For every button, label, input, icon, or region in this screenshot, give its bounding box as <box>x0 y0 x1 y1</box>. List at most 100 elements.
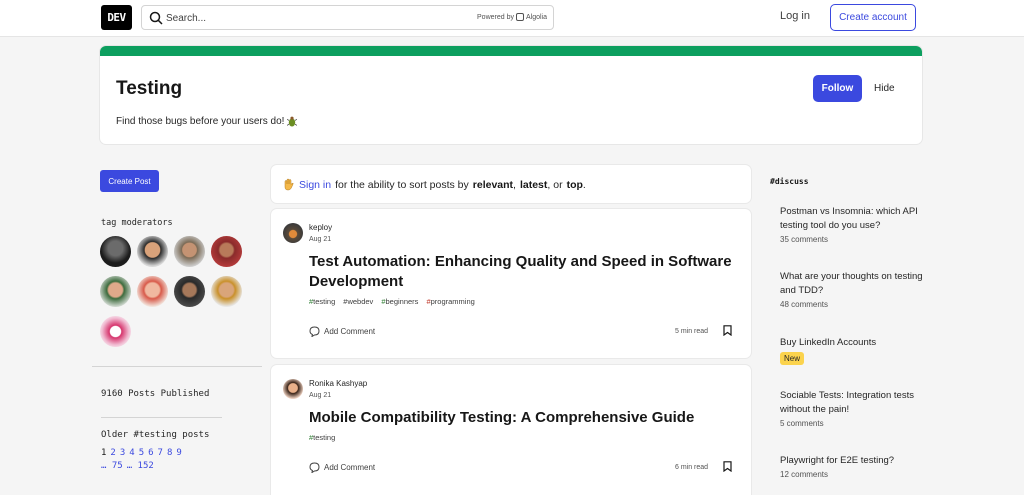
comment-icon <box>309 462 320 473</box>
posts-published-count: 9160 Posts Published <box>101 389 210 399</box>
discuss-item-comments: 35 comments <box>780 235 829 244</box>
post-tag[interactable]: #testing <box>309 297 335 306</box>
powered-by-algolia[interactable]: Powered by Algolia <box>477 13 547 21</box>
follow-button[interactable]: Follow <box>813 75 862 102</box>
sort-relevant: relevant <box>472 178 514 191</box>
tag-header-card: Testing Find those bugs before your user… <box>100 46 922 144</box>
bookmark-icon[interactable] <box>723 325 732 336</box>
powered-by-label: Powered by <box>477 13 514 21</box>
older-posts-pagination: 1 2 3 4 5 6 7 8 9 … 75 … 152 <box>101 447 231 473</box>
author-avatar[interactable] <box>283 223 303 243</box>
page-link[interactable]: 4 <box>129 448 134 458</box>
tag-color-bar <box>100 46 922 56</box>
search-icon <box>149 11 163 25</box>
bug-icon <box>287 116 298 127</box>
tag-description-text: Find those bugs before your users do! <box>116 116 285 127</box>
moderator-avatar[interactable] <box>174 276 205 307</box>
page-link[interactable]: 7 <box>158 448 163 458</box>
discuss-item[interactable]: What are your thoughts on testing and TD… <box>780 270 925 309</box>
tag-moderators-heading: tag moderators <box>101 218 173 228</box>
post-tags: #testing #webdev #beginners #programming <box>309 297 475 306</box>
discuss-item-comments: 5 comments <box>780 419 824 428</box>
post-title[interactable]: Test Automation: Enhancing Quality and S… <box>309 252 739 292</box>
algolia-icon <box>515 13 524 21</box>
post-card[interactable]: Ronika Kashyap Aug 21 Mobile Compatibili… <box>271 365 751 495</box>
discuss-item-title[interactable]: Sociable Tests: Integration tests withou… <box>780 389 925 417</box>
top-header: DEV Powered by Algolia Log in Create acc… <box>0 0 1024 37</box>
sort-end: . <box>582 178 586 191</box>
moderator-avatar[interactable] <box>174 236 205 267</box>
page-link[interactable]: 6 <box>148 448 153 458</box>
discuss-item[interactable]: Postman vs Insomnia: which API testing t… <box>780 205 925 244</box>
post-tag[interactable]: #webdev <box>343 297 373 306</box>
sort-signin-banner: Sign in for the ability to sort posts by… <box>271 165 751 203</box>
tag-description: Find those bugs before your users do! <box>116 116 298 127</box>
discuss-item[interactable]: Playwright for E2E testing? 12 comments <box>780 454 925 479</box>
post-author[interactable]: keploy <box>309 223 332 232</box>
moderator-avatar[interactable] <box>100 316 131 347</box>
create-post-button[interactable]: Create Post <box>100 170 159 192</box>
bookmark-icon[interactable] <box>723 461 732 472</box>
discuss-heading[interactable]: #discuss <box>770 177 809 186</box>
moderator-avatar[interactable] <box>100 236 131 267</box>
author-avatar[interactable] <box>283 379 303 399</box>
discuss-item-title[interactable]: What are your thoughts on testing and TD… <box>780 270 925 298</box>
read-time: 6 min read <box>675 464 709 471</box>
post-author[interactable]: Ronika Kashyap <box>309 379 367 388</box>
sort-text-1: for the ability to sort posts by <box>335 178 469 191</box>
search-input[interactable] <box>166 9 456 27</box>
dev-logo[interactable]: DEV <box>101 5 132 30</box>
post-title[interactable]: Mobile Compatibility Testing: A Comprehe… <box>309 408 739 428</box>
sort-text-2: , or <box>547 178 563 191</box>
page-link[interactable]: 3 <box>120 448 125 458</box>
sort-separator: , <box>513 178 516 191</box>
discuss-item-title[interactable]: Playwright for E2E testing? <box>780 454 925 468</box>
moderator-avatar[interactable] <box>137 236 168 267</box>
new-badge: New <box>780 352 805 365</box>
discuss-item[interactable]: Sociable Tests: Integration tests withou… <box>780 389 925 428</box>
post-date[interactable]: Aug 21 <box>309 392 331 399</box>
sort-signin-text: Sign in for the ability to sort posts by… <box>282 178 586 191</box>
page-link[interactable]: 1 <box>101 448 106 458</box>
post-date[interactable]: Aug 21 <box>309 236 331 243</box>
waving-hand-icon <box>284 178 294 191</box>
post-tag[interactable]: #programming <box>426 297 474 306</box>
post-tag[interactable]: #testing <box>309 433 335 442</box>
page-link[interactable]: … 152 <box>127 461 154 471</box>
page-link[interactable]: … 75 <box>101 461 123 471</box>
add-comment-button[interactable]: Add Comment <box>309 326 375 337</box>
post-tag[interactable]: #beginners <box>381 297 418 306</box>
moderator-avatar[interactable] <box>211 276 242 307</box>
sidebar-divider <box>101 417 222 418</box>
hide-button[interactable]: Hide <box>874 83 895 94</box>
discuss-item-comments: 12 comments <box>780 470 829 479</box>
create-account-button[interactable]: Create account <box>830 4 916 31</box>
discuss-item-comments: 48 comments <box>780 300 829 309</box>
tag-title: Testing <box>116 78 183 99</box>
post-card[interactable]: keploy Aug 21 Test Automation: Enhancing… <box>271 209 751 358</box>
comment-icon <box>309 326 320 337</box>
moderator-avatar[interactable] <box>211 236 242 267</box>
read-time: 5 min read <box>675 328 709 335</box>
sign-in-link[interactable]: Sign in <box>299 179 331 191</box>
older-posts-heading: Older #testing posts <box>101 430 210 440</box>
discuss-item-title[interactable]: Postman vs Insomnia: which API testing t… <box>780 205 925 233</box>
page-link[interactable]: 5 <box>139 448 144 458</box>
search-box[interactable]: Powered by Algolia <box>141 5 554 30</box>
sort-latest: latest <box>519 178 548 191</box>
algolia-label: Algolia <box>525 13 547 21</box>
login-link[interactable]: Log in <box>780 10 810 22</box>
page-link[interactable]: 9 <box>176 448 181 458</box>
sort-top: top <box>566 178 583 191</box>
moderator-avatar[interactable] <box>100 276 131 307</box>
add-comment-label: Add Comment <box>324 463 376 472</box>
discuss-item[interactable]: Buy LinkedIn Accounts New <box>780 336 925 365</box>
post-tags: #testing <box>309 433 335 442</box>
page-link[interactable]: 8 <box>167 448 172 458</box>
sidebar-divider <box>92 366 262 367</box>
discuss-item-title[interactable]: Buy LinkedIn Accounts <box>780 336 925 350</box>
page-link[interactable]: 2 <box>110 448 115 458</box>
moderator-avatar[interactable] <box>137 276 168 307</box>
add-comment-button[interactable]: Add Comment <box>309 462 375 473</box>
add-comment-label: Add Comment <box>324 327 376 336</box>
